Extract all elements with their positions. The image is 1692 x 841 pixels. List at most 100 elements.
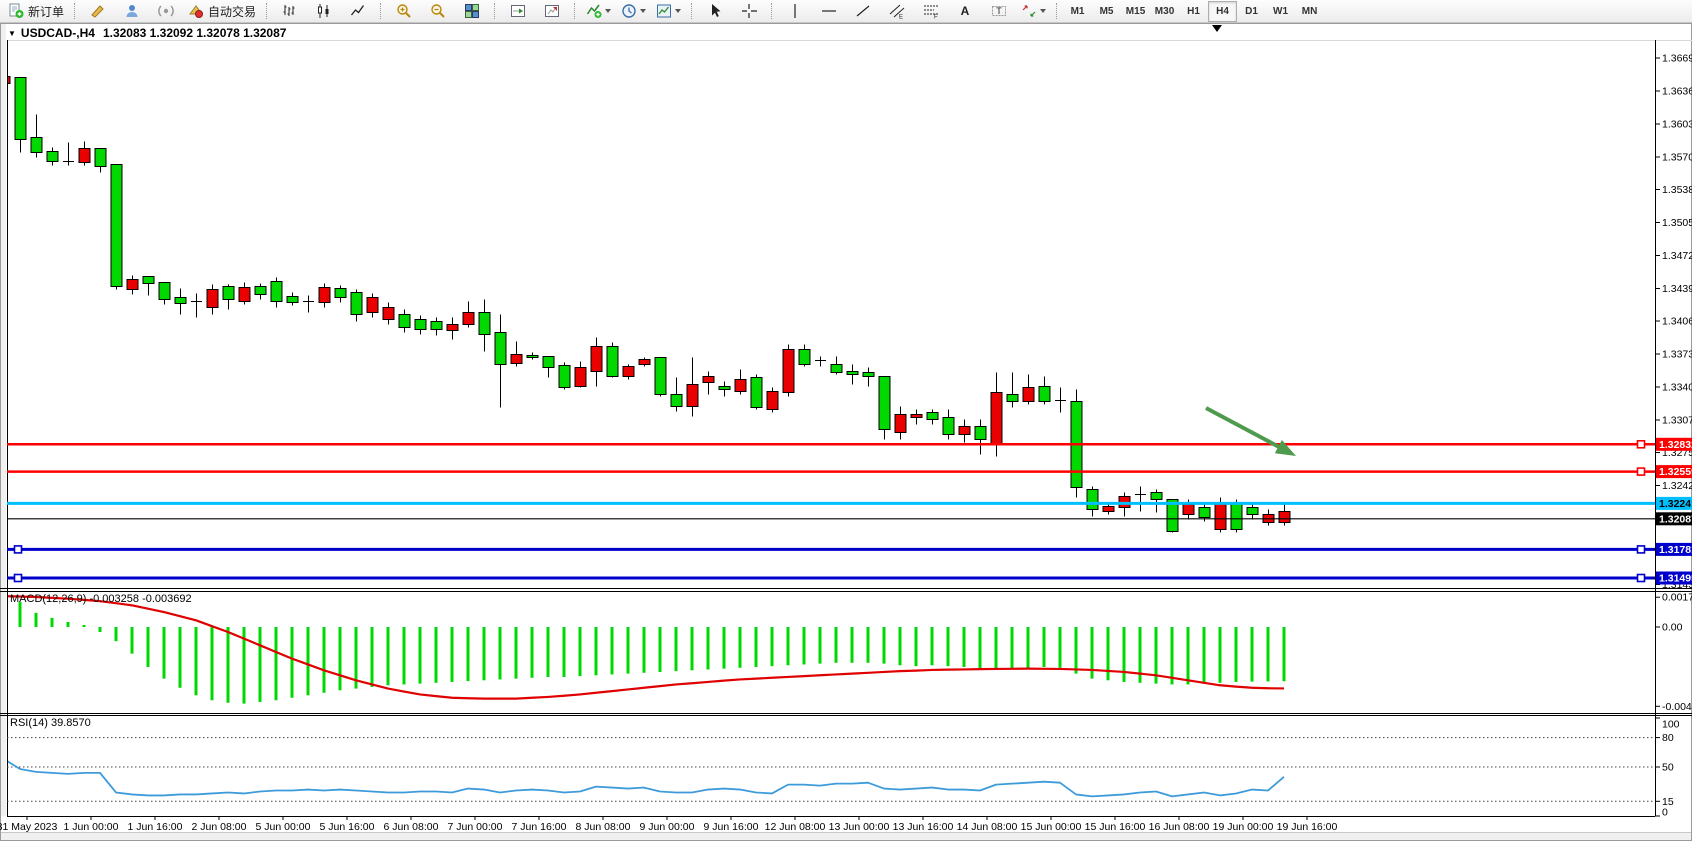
chart-canvas[interactable]: 1.366951.363651.360351.357051.353801.350…	[0, 0, 1692, 841]
svg-text:F: F	[934, 15, 938, 20]
candlestick-chart-button[interactable]	[308, 0, 340, 22]
line-handle[interactable]	[1638, 546, 1645, 553]
svg-text:1.31781: 1.31781	[1659, 544, 1692, 556]
svg-text:2 Jun 08:00: 2 Jun 08:00	[192, 821, 247, 833]
svg-text:E: E	[899, 15, 903, 20]
toolbar-separator	[380, 3, 382, 19]
signals-button[interactable]	[150, 0, 182, 22]
svg-text:1.35380: 1.35380	[1662, 184, 1692, 196]
timeframe-button-w1[interactable]: W1	[1266, 1, 1295, 22]
chart-shift-button[interactable]	[536, 0, 568, 22]
chart-title-symbol: USDCAD-,H4	[21, 26, 95, 40]
templates-button[interactable]	[652, 0, 685, 22]
rsi-indicator-label: RSI(14) 39.8570	[10, 717, 91, 729]
chevron-down-icon[interactable]	[1040, 9, 1046, 13]
clock-icon	[621, 3, 637, 19]
svg-text:0.00: 0.00	[1662, 622, 1683, 634]
svg-text:1.33405: 1.33405	[1662, 382, 1692, 394]
zoom-in-icon	[396, 3, 412, 19]
label-button[interactable]: T	[983, 0, 1015, 22]
chevron-down-icon[interactable]	[675, 9, 681, 13]
autotrading-button[interactable]: 自动交易	[184, 0, 260, 22]
new-order-button-label: 新订单	[28, 3, 64, 20]
text-button[interactable]: A	[949, 0, 981, 22]
indicators-button[interactable]	[582, 0, 615, 22]
chart-title-ohlc: 1.32083 1.32092 1.32078 1.32087	[103, 26, 287, 40]
channel-button[interactable]: E	[881, 0, 913, 22]
svg-text:-0.004763: -0.004763	[1662, 701, 1692, 713]
timeframe-button-m1[interactable]: M1	[1063, 1, 1092, 22]
periods-button[interactable]	[617, 0, 650, 22]
tile-windows-button[interactable]	[456, 0, 488, 22]
svg-text:1.33075: 1.33075	[1662, 415, 1692, 427]
svg-text:1.32087: 1.32087	[1659, 513, 1692, 525]
new-order-button[interactable]: 新订单	[4, 0, 68, 22]
timeframe-button-m30[interactable]: M30	[1150, 1, 1179, 22]
chevron-down-icon[interactable]	[605, 9, 611, 13]
macd-indicator-label: MACD(12,26,9) -0.003258 -0.003692	[10, 593, 192, 605]
svg-text:6 Jun 08:00: 6 Jun 08:00	[384, 821, 439, 833]
line-handle[interactable]	[1638, 441, 1645, 448]
svg-text:80: 80	[1662, 732, 1674, 744]
autotrading-icon	[188, 3, 204, 19]
auto-scroll-button[interactable]	[502, 0, 534, 22]
price-tag-1.32241: 1.32241	[1656, 497, 1692, 510]
vline-icon	[787, 3, 803, 19]
horizontal-line-button[interactable]	[813, 0, 845, 22]
svg-text:13 Jun 00:00: 13 Jun 00:00	[829, 821, 890, 833]
svg-text:0.001789: 0.001789	[1662, 592, 1692, 604]
chartshift-icon	[544, 3, 560, 19]
svg-text:5 Jun 00:00: 5 Jun 00:00	[256, 821, 311, 833]
fibonacci-button[interactable]: F	[915, 0, 947, 22]
timeframe-button-mn[interactable]: MN	[1295, 1, 1324, 22]
svg-text:0: 0	[1662, 807, 1668, 819]
brush-icon	[90, 3, 106, 19]
line-chart-button[interactable]	[342, 0, 374, 22]
main-toolbar: 新订单 自动交易 E F A T M1M5M15M30H1H4D1W1MN	[0, 0, 1692, 23]
signal-icon	[158, 3, 174, 19]
price-tag-1.32087: 1.32087	[1656, 512, 1692, 525]
svg-text:9 Jun 00:00: 9 Jun 00:00	[640, 821, 695, 833]
zoom-out-icon	[430, 3, 446, 19]
line-handle[interactable]	[1638, 468, 1645, 475]
autoscroll-icon	[510, 3, 526, 19]
toolbar-separator	[574, 3, 576, 19]
toolbar-separator	[771, 3, 773, 19]
svg-text:1.32832: 1.32832	[1659, 439, 1692, 451]
zoom-out-button[interactable]	[422, 0, 454, 22]
bars-icon	[282, 3, 298, 19]
svg-text:A: A	[961, 4, 970, 18]
arrows-button[interactable]	[1017, 0, 1050, 22]
svg-text:1.32420: 1.32420	[1662, 480, 1692, 492]
timeframe-button-m15[interactable]: M15	[1121, 1, 1150, 22]
chevron-down-icon[interactable]	[640, 9, 646, 13]
svg-text:8 Jun 08:00: 8 Jun 08:00	[576, 821, 631, 833]
timeframe-button-m5[interactable]: M5	[1092, 1, 1121, 22]
line-handle[interactable]	[1638, 575, 1645, 582]
community-button[interactable]	[116, 0, 148, 22]
hline-icon	[821, 3, 837, 19]
price-tag-1.32559: 1.32559	[1656, 465, 1692, 478]
svg-text:1.31495: 1.31495	[1659, 573, 1692, 585]
zoom-in-button[interactable]	[388, 0, 420, 22]
fibo-icon: F	[923, 3, 939, 19]
svg-text:1.34065: 1.34065	[1662, 316, 1692, 328]
svg-text:1.34720: 1.34720	[1662, 250, 1692, 262]
line-handle[interactable]	[15, 546, 22, 553]
symbol-dropdown-icon[interactable]: ▼	[8, 29, 16, 38]
svg-text:1.34390: 1.34390	[1662, 283, 1692, 295]
cursor-button[interactable]	[699, 0, 731, 22]
svg-text:13 Jun 16:00: 13 Jun 16:00	[893, 821, 954, 833]
price-tag-1.31495: 1.31495	[1656, 572, 1692, 585]
timeframe-button-h4[interactable]: H4	[1208, 1, 1237, 22]
timeframe-button-d1[interactable]: D1	[1237, 1, 1266, 22]
label-icon: T	[991, 3, 1007, 19]
crosshair-button[interactable]	[733, 0, 765, 22]
vertical-line-button[interactable]	[779, 0, 811, 22]
metaeditor-button[interactable]	[82, 0, 114, 22]
bar-chart-button[interactable]	[274, 0, 306, 22]
trendline-button[interactable]	[847, 0, 879, 22]
timeframe-button-h1[interactable]: H1	[1179, 1, 1208, 22]
candles-icon	[316, 3, 332, 19]
line-handle[interactable]	[15, 575, 22, 582]
